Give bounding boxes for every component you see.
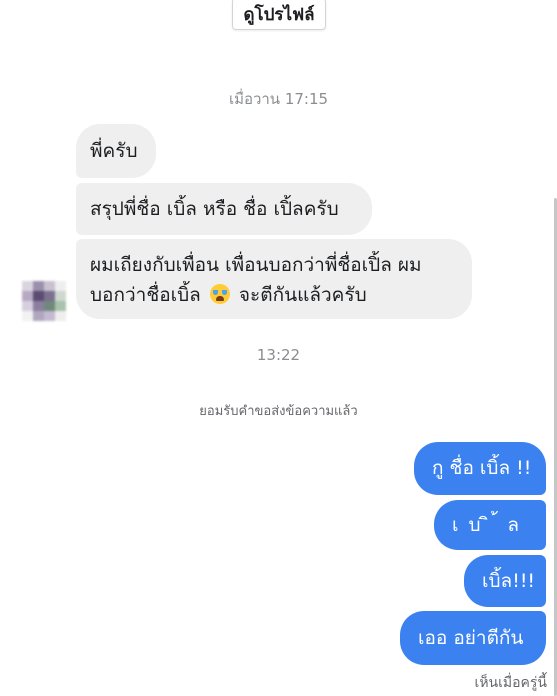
incoming-message-3-line-1: ผมเถียงกับเพื่อน เพื่อนบอกว่าพี่ชื่อเปิ้… [90,254,422,276]
crying-face-icon [209,284,230,304]
outgoing-message-4[interactable]: เออ อย่าตีกัน [400,611,546,665]
request-accepted-notice: ยอมรับคำขอส่งข้อความแล้ว [199,404,358,419]
view-profile-button[interactable]: ดูโปรไฟล์ [232,0,326,30]
incoming-message-1[interactable]: พี่ครับ [76,124,156,178]
timestamp-today: 13:22 [256,346,301,364]
incoming-message-3-line-2: บอกว่าชื่อเบิ้ล จะตีกันแล้วครับ [90,280,458,310]
outgoing-message-1[interactable]: กู ชื่อ เบิ้ล !! [414,442,546,495]
sender-avatar[interactable] [22,281,66,321]
seen-status: เห็นเมื่อครู่นี้ [474,675,547,691]
outgoing-message-3[interactable]: เบิ้ล!!! [464,555,546,607]
incoming-message-3-text-a: บอกว่าชื่อเบิ้ล [90,284,201,306]
timestamp-yesterday: เมื่อวาน 17:15 [228,90,329,108]
incoming-message-3[interactable]: ผมเถียงกับเพื่อน เพื่อนบอกว่าพี่ชื่อเปิ้… [76,239,472,319]
incoming-message-3-text-b: จะตีกันแล้วครับ [238,284,367,306]
incoming-message-2[interactable]: สรุปพี่ชื่อ เบิ้ล หรือ ชื่อ เปิ้ลครับ [76,183,372,235]
outgoing-message-2[interactable]: เ บ ิ ้ ล [434,500,546,550]
